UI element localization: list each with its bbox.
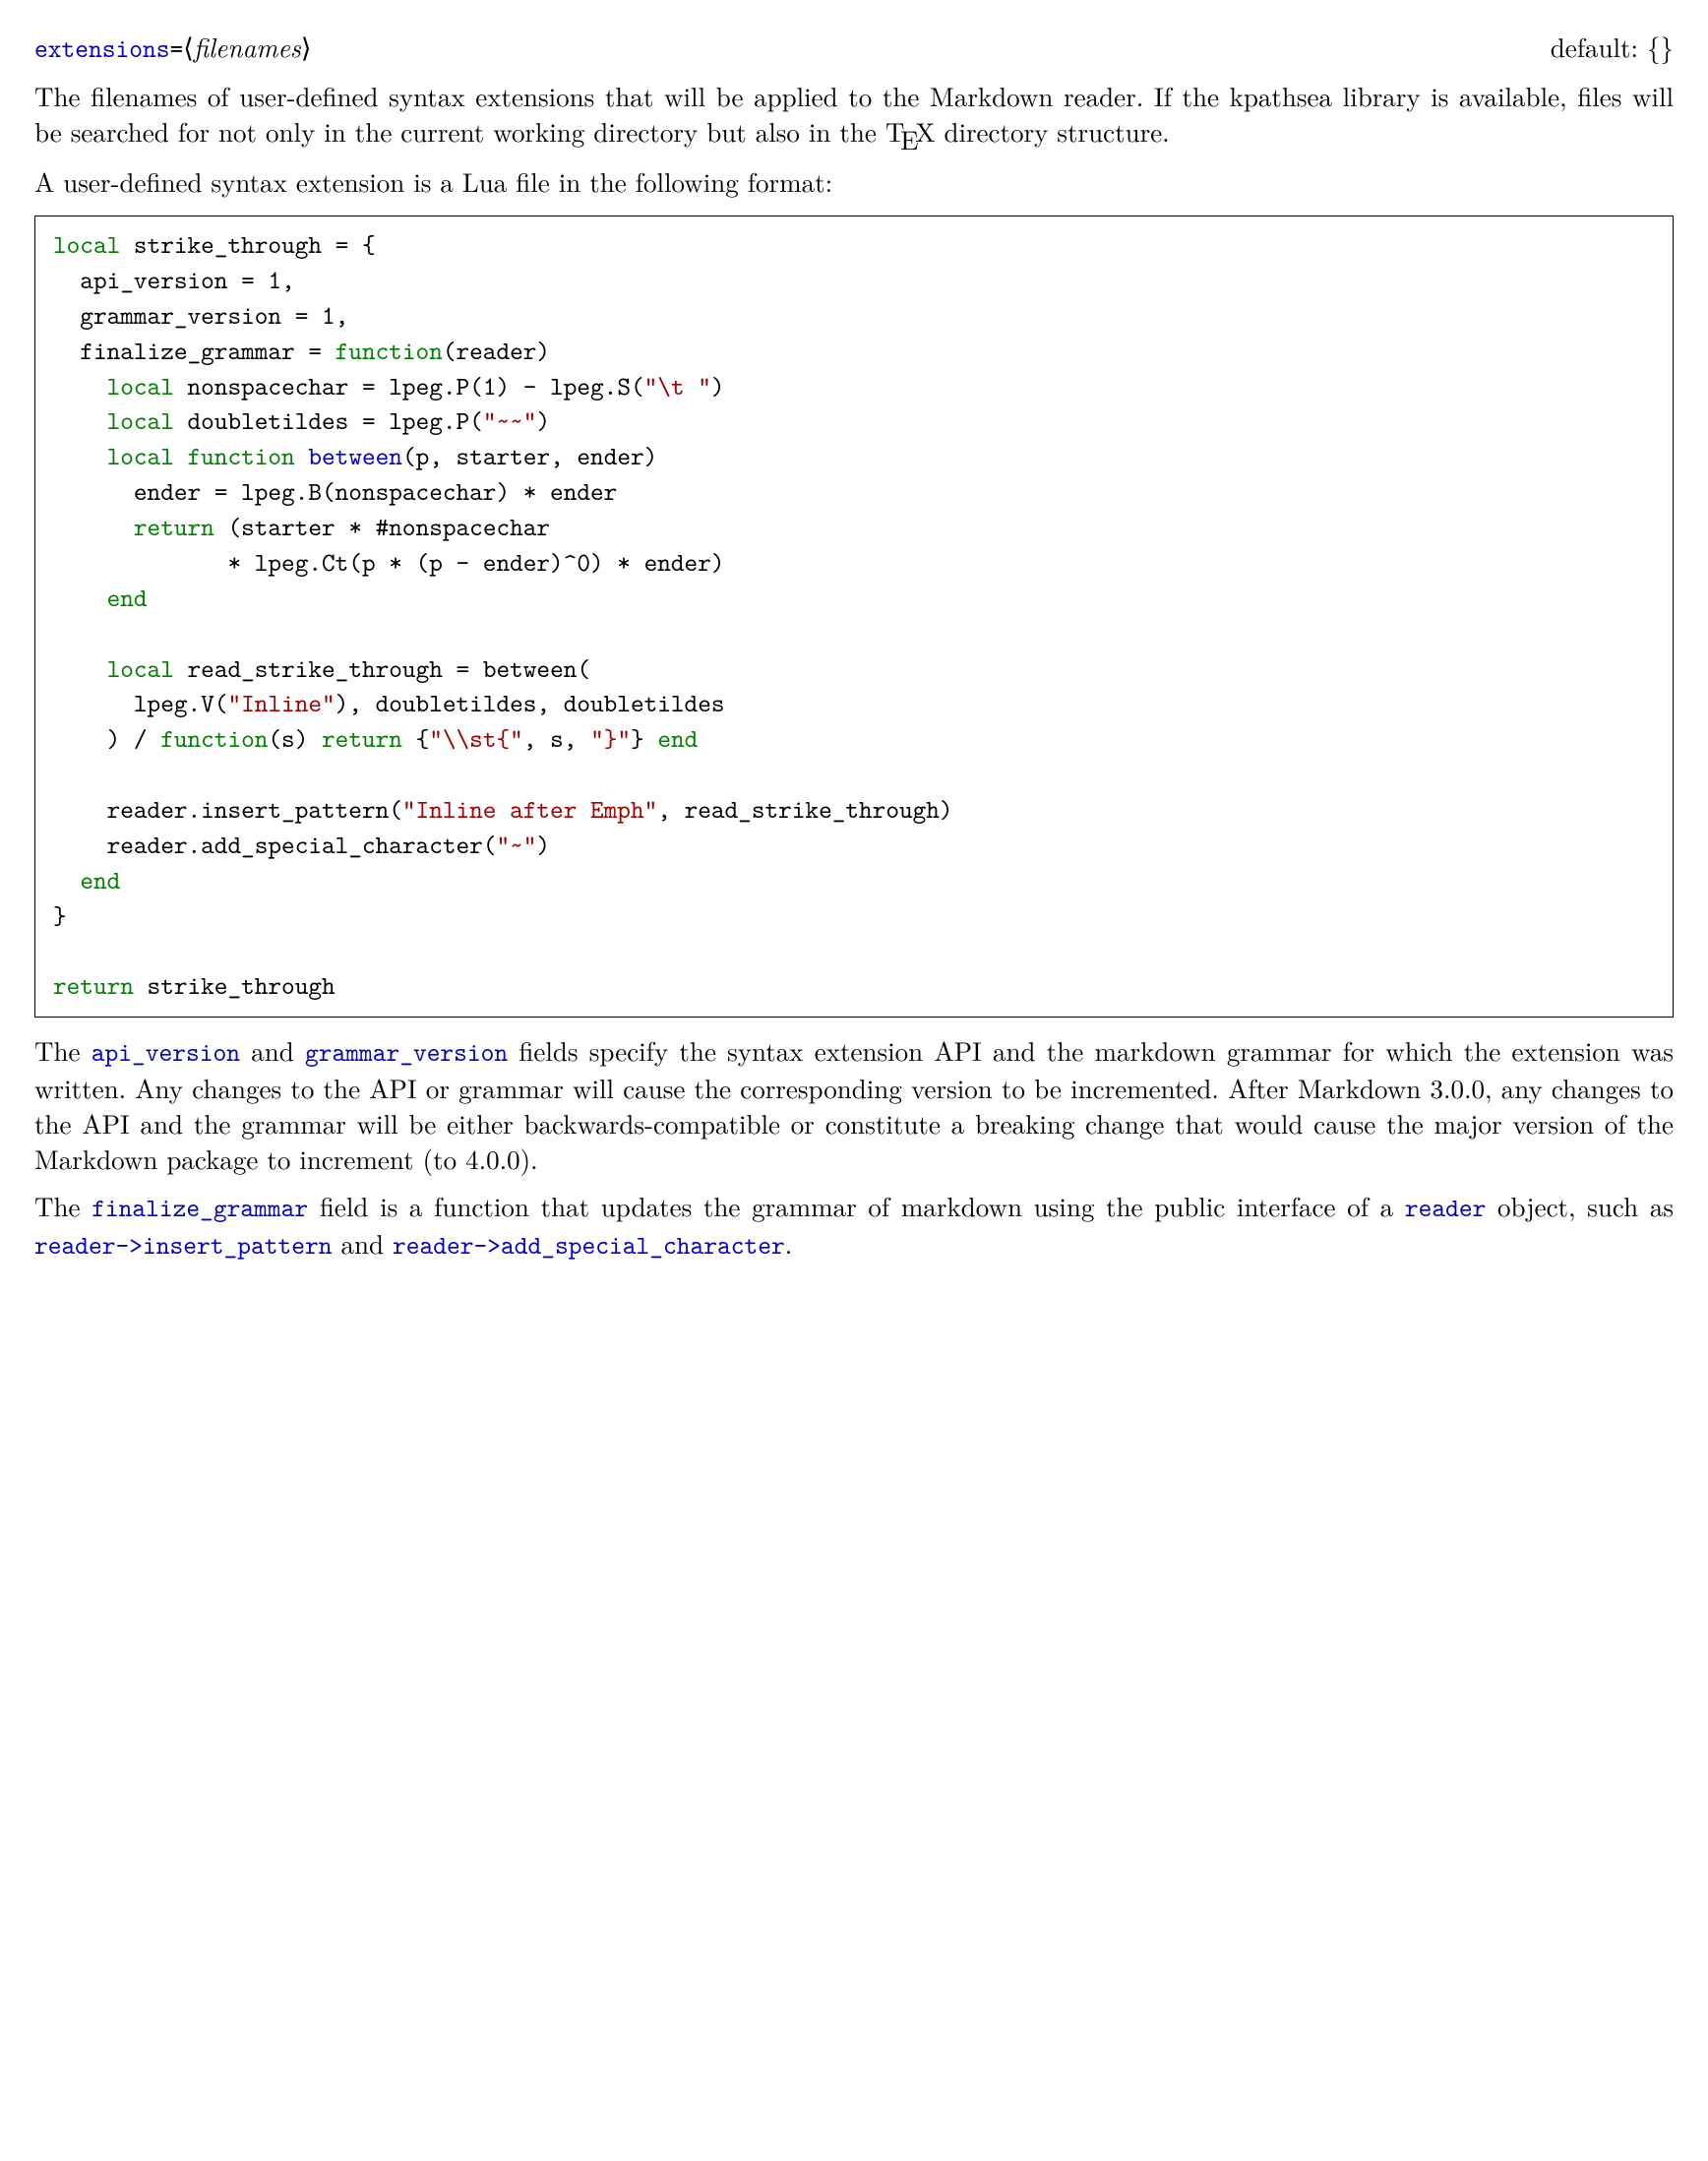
text-run: The bbox=[34, 1187, 92, 1224]
code-text: read_strike_through = between( bbox=[174, 652, 590, 686]
description-paragraph-2: A user-defined syntax extension is a Lua… bbox=[34, 164, 1674, 200]
text-run: . bbox=[785, 1224, 793, 1262]
kw-end: end bbox=[80, 864, 120, 897]
fn-name: between bbox=[308, 440, 402, 473]
code-ref: reader->insert_pattern bbox=[34, 1228, 332, 1263]
tex-logo: TEX bbox=[885, 112, 936, 150]
tex-e: E bbox=[900, 120, 918, 157]
kw-function: function bbox=[336, 335, 443, 368]
text-run: directory structure. bbox=[935, 112, 1169, 150]
code-text bbox=[53, 652, 107, 686]
code-text bbox=[53, 404, 107, 438]
code-text bbox=[53, 440, 107, 473]
code-text: (reader) bbox=[443, 335, 550, 368]
code-text: * lpeg.Ct(p * (p - ender)^0) * ender) bbox=[53, 546, 725, 580]
string-literal: "~" bbox=[496, 829, 536, 862]
code-text bbox=[53, 582, 107, 615]
code-text: ), doubletildes, doubletildes bbox=[336, 687, 725, 720]
kw-local: local bbox=[53, 228, 120, 262]
text-run: object, such as bbox=[1486, 1187, 1674, 1224]
string-literal: "}" bbox=[590, 722, 631, 756]
text-run: and bbox=[240, 1031, 305, 1069]
code-text: } bbox=[53, 899, 67, 933]
text-run: The filenames of user-defined syntax ext… bbox=[34, 77, 1674, 150]
kw-end: end bbox=[657, 722, 698, 756]
code-ref: reader bbox=[1405, 1191, 1487, 1225]
code-text: ) / bbox=[53, 722, 160, 756]
kw-local: local bbox=[107, 370, 174, 403]
option-name: extensions bbox=[34, 31, 169, 66]
code-text: ) bbox=[536, 404, 550, 438]
code-text: reader.add_special_character( bbox=[53, 829, 496, 862]
equals-sign: = bbox=[169, 31, 183, 66]
code-text: (p, starter, ender) bbox=[402, 440, 657, 473]
code-text: nonspacechar = lpeg.P(1) - lpeg.S( bbox=[174, 370, 644, 403]
code-text bbox=[53, 864, 80, 897]
string-literal: "\\st{" bbox=[429, 722, 523, 756]
string-literal: "Inline after Emph" bbox=[402, 793, 657, 827]
code-text: { bbox=[402, 722, 429, 756]
code-ref: grammar_version bbox=[305, 1035, 508, 1070]
code-ref: api_version bbox=[92, 1035, 240, 1070]
kw-return: return bbox=[134, 511, 214, 544]
option-default: default: {} bbox=[1551, 30, 1674, 65]
code-text: reader.insert_pattern( bbox=[53, 793, 402, 827]
code-text: doubletildes = lpeg.P( bbox=[174, 404, 483, 438]
tex-x: X bbox=[915, 112, 935, 150]
code-text: ) bbox=[711, 370, 725, 403]
code-text: (s) bbox=[268, 722, 322, 756]
kw-return: return bbox=[53, 969, 134, 1003]
angle-open: ⟨ bbox=[183, 33, 194, 63]
kw-return: return bbox=[322, 722, 402, 756]
code-text: grammar_version = 1, bbox=[53, 299, 348, 333]
code-text: strike_through = { bbox=[120, 228, 375, 262]
code-text: api_version = 1, bbox=[53, 264, 295, 297]
code-text: , read_strike_through) bbox=[657, 793, 952, 827]
code-ref: reader->add_special_character bbox=[393, 1228, 785, 1263]
code-text: lpeg.V( bbox=[53, 687, 227, 720]
code-text: ender = lpeg.B(nonspacechar) * ender bbox=[53, 475, 617, 509]
string-literal: "Inline" bbox=[227, 687, 335, 720]
option-header: extensions=⟨filenames⟩ default: {} bbox=[34, 30, 1674, 67]
description-paragraph-3: The api_version and grammar_version fiel… bbox=[34, 1033, 1674, 1177]
option-param: filenames bbox=[194, 28, 301, 65]
kw-function: function bbox=[160, 722, 268, 756]
code-text: strike_through bbox=[134, 969, 336, 1003]
text-run: The bbox=[34, 1031, 92, 1069]
description-paragraph-4: The finalize_grammar field is a function… bbox=[34, 1189, 1674, 1264]
text-run: and bbox=[332, 1224, 393, 1262]
code-ref: finalize_grammar bbox=[92, 1191, 308, 1225]
string-literal: "\t " bbox=[644, 370, 711, 403]
code-text: (starter * #nonspacechar bbox=[214, 511, 550, 544]
code-example: local strike_through = { api_version = 1… bbox=[34, 216, 1674, 1018]
text-run: field is a function that updates the gra… bbox=[308, 1187, 1405, 1224]
code-text: } bbox=[631, 722, 657, 756]
code-text: , s, bbox=[523, 722, 590, 756]
option-signature: extensions=⟨filenames⟩ bbox=[34, 30, 311, 67]
kw-local: local bbox=[107, 404, 174, 438]
kw-end: end bbox=[107, 582, 148, 615]
code-text: finalize_grammar = bbox=[53, 335, 336, 368]
code-text: ) bbox=[536, 829, 550, 862]
description-paragraph-1: The filenames of user-defined syntax ext… bbox=[34, 79, 1674, 153]
angle-close: ⟩ bbox=[301, 33, 312, 63]
code-text bbox=[53, 370, 107, 403]
code-text bbox=[53, 511, 134, 544]
kw-local: local bbox=[107, 652, 174, 686]
string-literal: "~~" bbox=[483, 404, 537, 438]
kw-local-function: local function bbox=[107, 440, 309, 473]
